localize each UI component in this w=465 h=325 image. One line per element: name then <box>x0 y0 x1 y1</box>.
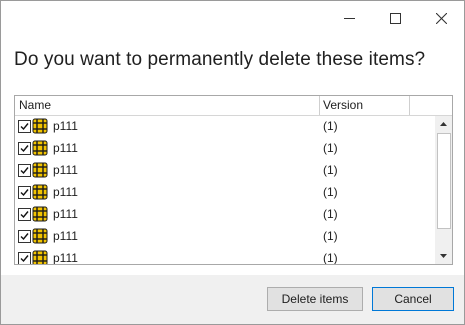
part-icon <box>32 140 48 156</box>
table-row[interactable]: p111 (1) <box>15 160 435 182</box>
row-name: p111 <box>53 207 78 221</box>
cancel-button[interactable]: Cancel <box>372 287 454 311</box>
row-version: (1) <box>323 163 338 177</box>
dialog-question: Do you want to permanently delete these … <box>14 49 426 70</box>
row-name: p111 <box>53 141 78 155</box>
scroll-up-arrow-icon <box>440 122 447 126</box>
maximize-icon <box>389 12 401 24</box>
row-version: (1) <box>323 185 338 199</box>
dialog-footer: Delete items Cancel <box>1 275 464 324</box>
row-version: (1) <box>323 119 338 133</box>
checkmark-icon <box>20 255 29 263</box>
scrollbar-thumb[interactable] <box>437 133 451 229</box>
row-version: (1) <box>323 251 338 264</box>
part-icon <box>32 162 48 178</box>
maximize-button[interactable] <box>372 1 418 35</box>
table-row[interactable]: p111 (1) <box>15 138 435 160</box>
row-version: (1) <box>323 207 338 221</box>
minimize-button[interactable] <box>326 1 372 35</box>
grid-header: Name Version <box>15 96 452 116</box>
row-checkbox[interactable] <box>18 252 31 264</box>
table-row[interactable]: p111 (1) <box>15 182 435 204</box>
checkmark-icon <box>20 189 29 197</box>
row-name: p111 <box>53 119 78 133</box>
minimize-icon <box>343 17 355 19</box>
row-name: p111 <box>53 185 78 199</box>
row-version: (1) <box>323 141 338 155</box>
close-icon <box>435 12 447 24</box>
table-row[interactable]: p111 (1) <box>15 204 435 226</box>
part-icon <box>32 206 48 222</box>
row-name: p111 <box>53 163 78 177</box>
close-button[interactable] <box>418 1 464 35</box>
row-checkbox[interactable] <box>18 186 31 199</box>
scroll-down-arrow-icon <box>440 254 447 258</box>
checkmark-icon <box>20 145 29 153</box>
row-name: p111 <box>53 229 78 243</box>
scroll-down-button[interactable] <box>435 248 452 264</box>
part-icon <box>32 228 48 244</box>
column-header-version[interactable]: Version <box>323 96 363 115</box>
row-checkbox[interactable] <box>18 208 31 221</box>
checkmark-icon <box>20 233 29 241</box>
checkmark-icon <box>20 123 29 131</box>
row-name: p111 <box>53 251 78 264</box>
column-divider[interactable] <box>319 96 320 115</box>
column-header-name[interactable]: Name <box>19 96 51 115</box>
part-icon <box>32 250 48 264</box>
part-icon <box>32 184 48 200</box>
scroll-up-button[interactable] <box>435 116 452 132</box>
table-row[interactable]: p111 (1) <box>15 226 435 248</box>
table-row[interactable]: p111 (1) <box>15 248 435 264</box>
title-bar <box>1 1 464 35</box>
items-grid: Name Version p111 (1) p111 (1) p111 (1) p111 (1… <box>14 95 453 265</box>
checkmark-icon <box>20 167 29 175</box>
row-checkbox[interactable] <box>18 120 31 133</box>
row-checkbox[interactable] <box>18 230 31 243</box>
row-checkbox[interactable] <box>18 164 31 177</box>
column-divider[interactable] <box>409 96 410 115</box>
table-row[interactable]: p111 (1) <box>15 116 435 138</box>
checkmark-icon <box>20 211 29 219</box>
row-checkbox[interactable] <box>18 142 31 155</box>
row-version: (1) <box>323 229 338 243</box>
grid-rows: p111 (1) p111 (1) p111 (1) p111 (1) p111 (1) p111 (… <box>15 116 435 264</box>
part-icon <box>32 118 48 134</box>
delete-items-button[interactable]: Delete items <box>267 287 363 311</box>
delete-confirmation-dialog: Do you want to permanently delete these … <box>0 0 465 325</box>
vertical-scrollbar[interactable] <box>435 116 452 264</box>
